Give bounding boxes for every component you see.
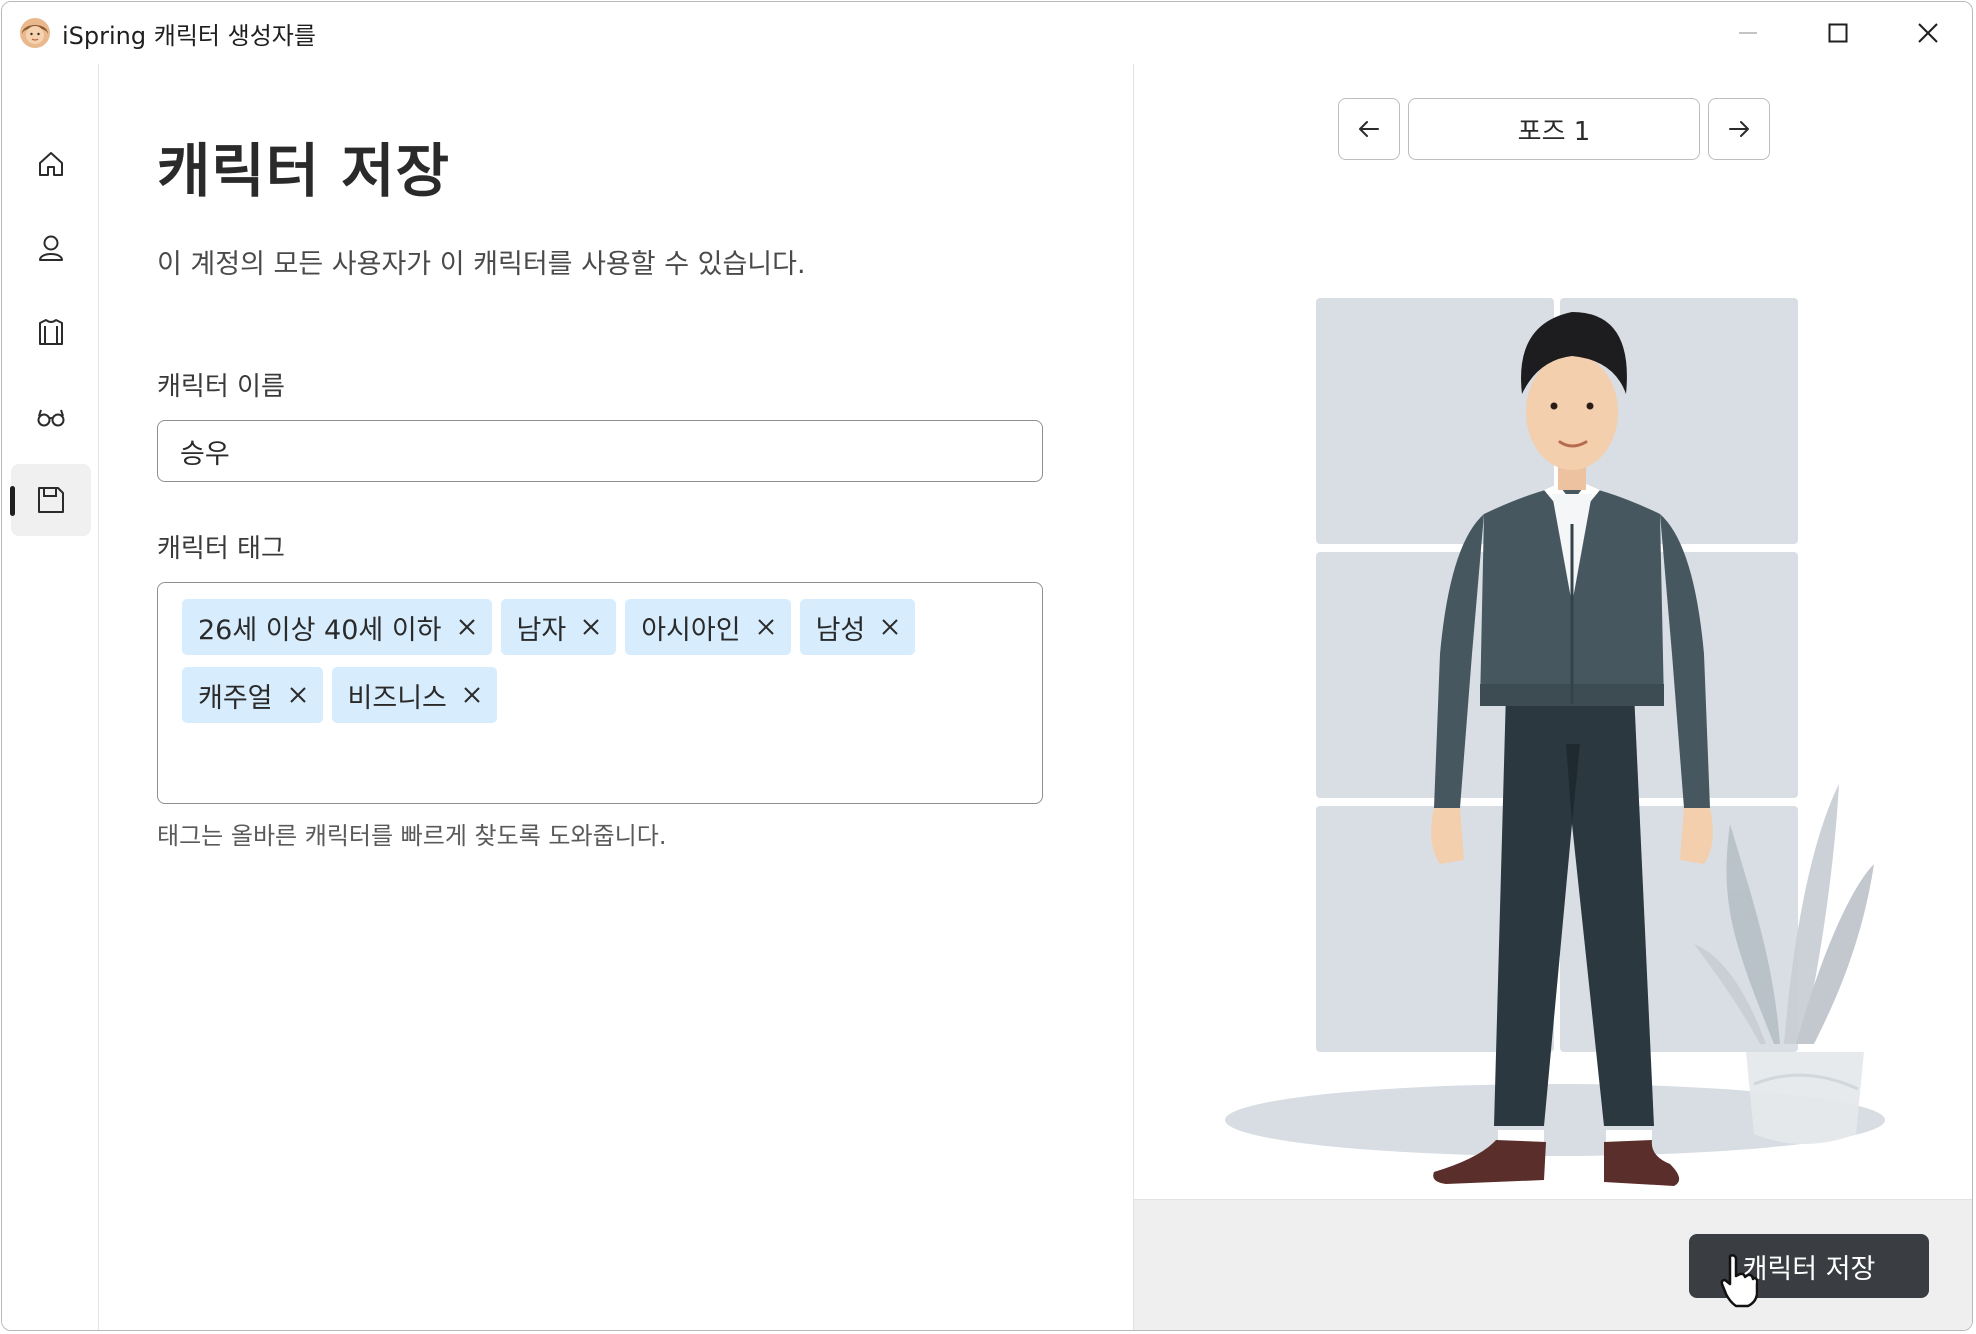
shirt-icon <box>39 319 63 345</box>
tag-chip: 남성 <box>799 599 916 655</box>
app-window: iSpring 캐릭터 생성자를 캐릭터 저장 이 계정의 모든 사용자가 이 … <box>1 1 1973 1331</box>
tags-input[interactable]: 26세 이상 40세 이하 남자 아시아인 남성캐주얼 비즈니스 <box>157 582 1043 804</box>
tag-label: 26세 이상 40세 이하 <box>198 614 442 646</box>
page-title: 캐릭터 저장 <box>157 137 450 205</box>
close-button[interactable] <box>1883 2 1972 64</box>
tag-label: 남성 <box>815 614 866 646</box>
remove-tag-icon[interactable] <box>881 618 899 636</box>
tag-chip: 비즈니스 <box>331 667 497 723</box>
save-icon <box>38 487 64 513</box>
window-title: iSpring 캐릭터 생성자를 <box>62 22 316 50</box>
nav-item-accessories[interactable] <box>11 380 91 452</box>
tag-label: 아시아인 <box>641 614 741 646</box>
preview-panel: 포즈 1 캐릭터 저장 <box>1133 64 1972 1330</box>
close-icon <box>1918 23 1938 43</box>
active-indicator <box>10 486 15 516</box>
nav-item-character[interactable] <box>11 212 91 284</box>
character-preview-image <box>1225 298 1885 1186</box>
page-subtitle: 이 계정의 모든 사용자가 이 캐릭터를 사용할 수 있습니다. <box>157 249 806 280</box>
tag-chip: 26세 이상 40세 이하 <box>182 599 492 655</box>
tag-label: 비즈니스 <box>347 682 447 714</box>
remove-tag-icon[interactable] <box>289 686 307 704</box>
next-pose-button[interactable] <box>1708 98 1770 160</box>
remove-tag-icon[interactable] <box>463 686 481 704</box>
minimize-button[interactable] <box>1703 2 1793 64</box>
remove-tag-icon[interactable] <box>458 618 476 636</box>
nav-item-clothing[interactable] <box>11 296 91 368</box>
minimize-icon <box>1739 32 1757 34</box>
tag-chip: 남자 <box>500 599 617 655</box>
tags-label: 캐릭터 태그 <box>157 534 285 564</box>
character-face-icon <box>20 18 50 48</box>
pointer-cursor-icon <box>1720 1254 1758 1308</box>
nav-item-home[interactable] <box>11 128 91 200</box>
glasses-icon <box>37 409 65 427</box>
arrow-right-icon <box>1729 121 1749 137</box>
character-name-input[interactable] <box>157 420 1043 482</box>
pose-label: 포즈 1 <box>1408 98 1700 160</box>
preview-footer: 캐릭터 저장 <box>1134 1199 1972 1330</box>
remove-tag-icon[interactable] <box>757 618 775 636</box>
arrow-left-icon <box>1359 121 1379 137</box>
sidebar-nav <box>2 64 99 1330</box>
remove-tag-icon[interactable] <box>582 618 600 636</box>
tag-label: 남자 <box>516 614 567 646</box>
title-bar: iSpring 캐릭터 생성자를 <box>2 2 1972 65</box>
maximize-icon <box>1828 23 1848 43</box>
tag-chip: 아시아인 <box>625 599 791 655</box>
person-icon <box>39 235 63 261</box>
tag-label: 캐주얼 <box>198 682 273 714</box>
tags-hint: 태그는 올바른 캐릭터를 빠르게 찾도록 도와줍니다. <box>157 822 667 850</box>
name-label: 캐릭터 이름 <box>157 372 285 402</box>
tag-chip: 캐주얼 <box>182 667 323 723</box>
maximize-button[interactable] <box>1793 2 1883 64</box>
save-form: 캐릭터 저장 이 계정의 모든 사용자가 이 캐릭터를 사용할 수 있습니다. … <box>99 64 1133 1330</box>
previous-pose-button[interactable] <box>1338 98 1400 160</box>
home-icon <box>39 152 63 176</box>
nav-item-save[interactable] <box>10 464 91 536</box>
